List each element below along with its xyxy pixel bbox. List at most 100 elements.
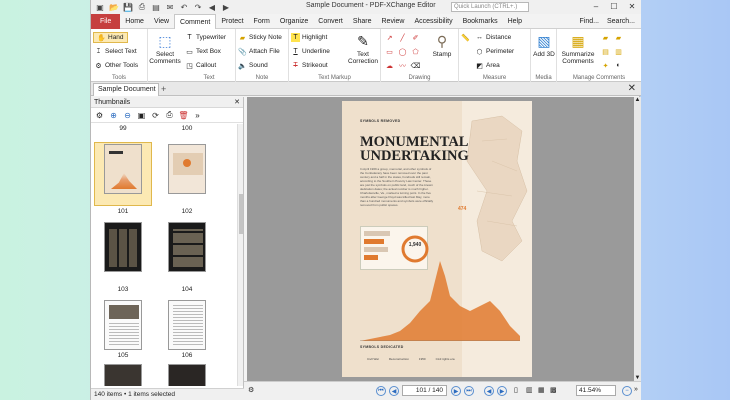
close-button[interactable]: ✕ <box>623 0 641 14</box>
perimeter-tool[interactable]: ⬡ Perimeter <box>475 47 514 56</box>
options-gear-icon[interactable]: ⚙ <box>94 111 105 120</box>
thumbnail-page-108[interactable] <box>168 364 206 386</box>
insert-pages-icon[interactable]: ▣ <box>136 111 147 120</box>
rectangle-icon[interactable]: ▭ <box>385 47 394 56</box>
tab-home[interactable]: Home <box>120 14 149 29</box>
rotate-pages-icon[interactable]: ⟳ <box>150 111 161 120</box>
undo-icon[interactable]: ↶ <box>178 2 190 13</box>
tab-share[interactable]: Share <box>348 14 377 29</box>
distance-tool[interactable]: ↔ Distance <box>475 33 511 42</box>
scan-icon[interactable]: ▤ <box>150 2 162 13</box>
more-status-icon[interactable]: » <box>634 386 638 393</box>
export-comments-icon[interactable]: ▰ <box>614 33 623 42</box>
strikeout-tool[interactable]: T Strikeout <box>291 61 327 70</box>
back-icon[interactable]: ◀ <box>206 2 218 13</box>
continuous-page-icon[interactable]: ▥ <box>526 386 533 394</box>
forward-icon[interactable]: ▶ <box>220 2 232 13</box>
zoom-out-icon[interactable]: ⊖ <box>122 111 133 120</box>
next-page-icon[interactable]: ▶ <box>451 386 461 396</box>
select-text-tool[interactable]: 𝙸 Select Text <box>94 47 137 56</box>
tab-convert[interactable]: Convert <box>313 14 348 29</box>
close-pane-icon[interactable]: ✕ <box>234 97 240 108</box>
forward-view-icon[interactable]: ▶ <box>497 386 507 396</box>
other-tools-menu[interactable]: ⚙ Other Tools <box>94 61 138 70</box>
hand-tool[interactable]: ✋ Hand <box>93 32 128 43</box>
comment-styles-icon[interactable]: ✦ <box>601 61 610 70</box>
typewriter-tool[interactable]: T Typewriter <box>185 33 226 42</box>
document-tab[interactable]: Sample Document ✕ <box>93 83 159 105</box>
add-3d-button[interactable]: ▧ Add 3D <box>531 32 557 59</box>
first-page-icon[interactable]: ⏮ <box>376 386 386 396</box>
sticky-note-tool[interactable]: ▰ Sticky Note <box>238 33 282 42</box>
zoom-level-select[interactable]: 41.54% <box>576 385 616 396</box>
tab-bookmarks[interactable]: Bookmarks <box>458 14 503 29</box>
scrollbar-thumb[interactable] <box>239 194 243 234</box>
previous-page-icon[interactable]: ◀ <box>389 386 399 396</box>
print-pages-icon[interactable]: ⎙ <box>164 110 175 120</box>
facing-page-icon[interactable]: ▦ <box>538 386 545 394</box>
highlight-tool[interactable]: T Highlight <box>291 33 327 42</box>
thumbnails-scrollbar[interactable] <box>237 124 243 386</box>
thumbnail-page-104[interactable] <box>168 222 206 272</box>
scroll-up-icon[interactable]: ▲ <box>634 97 641 103</box>
tab-accessibility[interactable]: Accessibility <box>409 14 457 29</box>
thumbnail-page-106[interactable] <box>168 300 206 350</box>
oval-icon[interactable]: ◯ <box>398 47 407 56</box>
tab-organize[interactable]: Organize <box>275 14 313 29</box>
eraser-icon[interactable]: ⌫ <box>411 61 421 70</box>
print-icon[interactable]: ⎙ <box>136 2 148 13</box>
back-view-icon[interactable]: ◀ <box>484 386 494 396</box>
page-number-input[interactable]: 101 / 140 <box>402 385 447 396</box>
stamp-button[interactable]: ⚲ Stamp <box>427 32 457 59</box>
delete-pages-icon[interactable]: 🗑 <box>178 111 189 120</box>
thumbnail-page-102[interactable] <box>168 144 206 194</box>
text-box-tool[interactable]: ▭ Text Box <box>185 47 221 56</box>
find-button[interactable]: Find... <box>580 15 599 28</box>
zoom-out-button[interactable]: − <box>622 386 632 396</box>
single-page-icon[interactable]: ▯ <box>514 386 518 394</box>
facing-continuous-icon[interactable]: ▩ <box>550 386 557 394</box>
tab-review[interactable]: Review <box>377 14 410 29</box>
cloud-icon[interactable]: ☁ <box>385 61 394 70</box>
flatten-comments-icon[interactable]: ▥ <box>614 47 623 56</box>
tab-view[interactable]: View <box>149 14 174 29</box>
zoom-in-icon[interactable]: ⊕ <box>108 111 119 120</box>
tab-file[interactable]: File <box>91 13 121 29</box>
tab-protect[interactable]: Protect <box>216 14 248 29</box>
select-comments-button[interactable]: ⬚ Select Comments <box>149 32 181 66</box>
status-options-gear-icon[interactable]: ⚙ <box>248 386 254 394</box>
last-page-icon[interactable]: ⏭ <box>464 386 474 396</box>
attach-file-tool[interactable]: 📎 Attach File <box>238 47 280 56</box>
document-scrollbar[interactable]: ▲ ▼ <box>634 97 641 381</box>
pencil-icon[interactable]: ✐ <box>411 33 420 42</box>
import-comments-icon[interactable]: ▰ <box>601 33 610 42</box>
email-icon[interactable]: ✉ <box>164 2 176 13</box>
callout-tool[interactable]: ◳ Callout <box>185 61 216 70</box>
underline-tool[interactable]: T Underline <box>291 47 329 56</box>
quick-launch-input[interactable]: Quick Launch (CTRL+.) <box>451 2 529 12</box>
tab-form[interactable]: Form <box>249 14 275 29</box>
more-options-icon[interactable]: » <box>192 111 203 120</box>
minimize-button[interactable]: – <box>587 0 605 14</box>
redo-icon[interactable]: ↷ <box>192 2 204 13</box>
polyline-icon[interactable]: 〰 <box>398 61 407 70</box>
document-view[interactable]: SYMBOLS REMOVED MONUMENTAL UNDERTAKING I… <box>247 97 641 381</box>
tab-comment[interactable]: Comment <box>174 13 217 29</box>
line-icon[interactable]: ╱ <box>398 33 407 42</box>
new-tab-icon[interactable]: + <box>161 84 166 94</box>
tab-help[interactable]: Help <box>503 14 527 29</box>
area-tool[interactable]: ◩ Area <box>475 61 500 70</box>
close-document-icon[interactable]: ✕ <box>628 83 636 95</box>
summarize-comments-button[interactable]: ▦ Summarize Comments <box>559 32 597 66</box>
save-icon[interactable]: 💾 <box>122 2 134 13</box>
show-hide-comments-icon[interactable]: ◐ <box>614 61 623 70</box>
thumbnail-page-107[interactable] <box>104 364 142 386</box>
maximize-button[interactable]: ☐ <box>605 0 623 14</box>
search-button[interactable]: Search... <box>607 15 635 28</box>
thumbnail-page-101[interactable] <box>104 144 142 194</box>
text-correction-button[interactable]: ✎ Text Correction <box>347 32 379 66</box>
polygon-icon[interactable]: ⬠ <box>411 47 420 56</box>
arrow-icon[interactable]: ↗ <box>385 33 394 42</box>
thumbnail-page-103[interactable] <box>104 222 142 272</box>
thumbnail-page-105[interactable] <box>104 300 142 350</box>
